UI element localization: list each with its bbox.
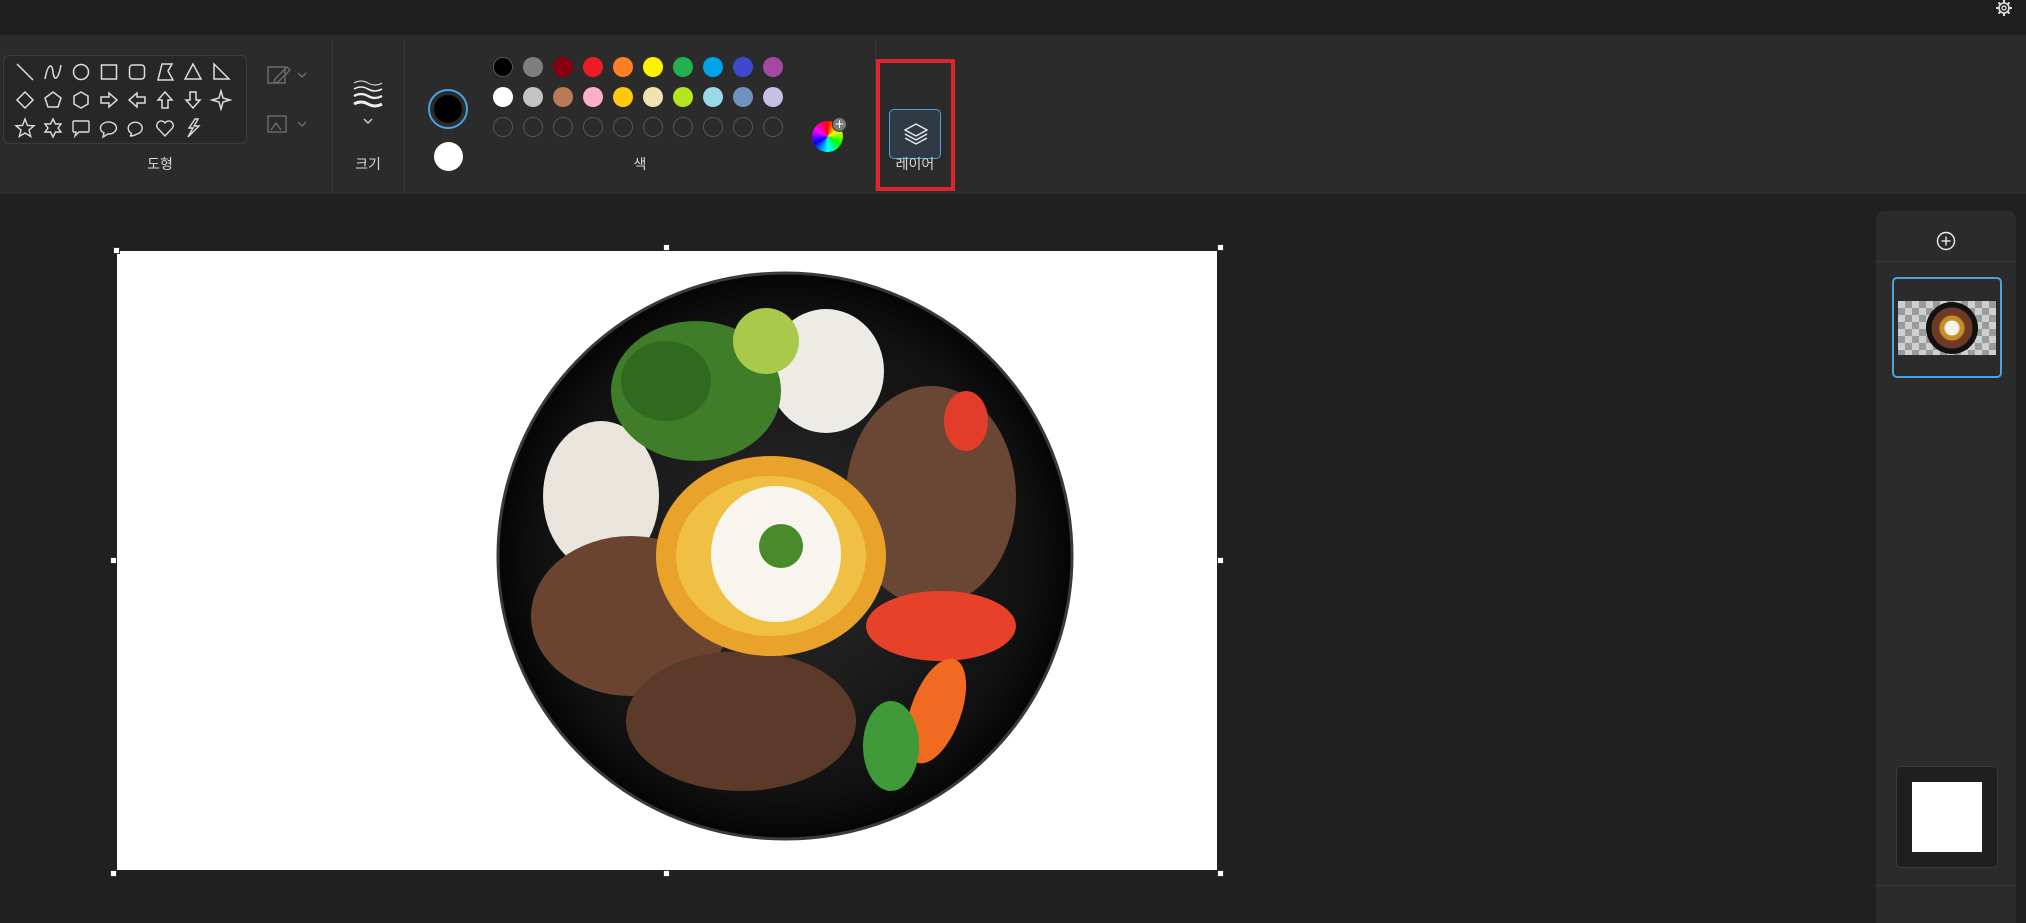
transparency-checker <box>1898 301 1996 355</box>
shapes-gallery <box>3 55 247 144</box>
right-triangle-icon[interactable] <box>210 61 232 83</box>
hexagon-icon[interactable] <box>70 89 92 111</box>
custom-color-slot[interactable] <box>553 117 573 137</box>
panel-divider <box>1876 261 2016 262</box>
panel-divider <box>1876 885 2016 886</box>
add-layer-plus-icon[interactable] <box>1934 229 1958 253</box>
color-swatch[interactable] <box>643 57 663 77</box>
resize-handle[interactable] <box>1217 557 1224 564</box>
color-swatch[interactable] <box>523 87 543 107</box>
color-swatch[interactable] <box>583 57 603 77</box>
ribbon-toolbar: 도형 크기 + 색 레이어 <box>0 35 2026 194</box>
resize-handle[interactable] <box>663 870 670 877</box>
food-bowl-image <box>496 271 1074 841</box>
resize-handle[interactable] <box>663 244 670 251</box>
color-swatch[interactable] <box>733 87 753 107</box>
layer-thumbnail-bowl[interactable] <box>1892 277 2002 378</box>
color-swatch[interactable] <box>673 57 693 77</box>
color-swatch[interactable] <box>763 57 783 77</box>
brush-size-button[interactable] <box>348 75 388 137</box>
right-arrow-icon[interactable] <box>98 89 120 111</box>
shapes-group-label: 도형 <box>147 157 173 173</box>
four-point-star-icon[interactable] <box>210 89 232 111</box>
layers-panel <box>1876 211 2016 923</box>
custom-color-slot[interactable] <box>673 117 693 137</box>
title-bar <box>0 0 2026 35</box>
fill-dropdown[interactable] <box>265 110 315 138</box>
pentagon-icon[interactable] <box>42 89 64 111</box>
settings-gear-icon[interactable] <box>1992 0 2016 20</box>
color-swatch[interactable] <box>553 57 573 77</box>
diamond-icon[interactable] <box>14 89 36 111</box>
outline-dropdown[interactable] <box>265 61 315 89</box>
layer-thumbnail-background[interactable] <box>1896 766 1998 868</box>
oval-callout-icon[interactable] <box>98 117 120 139</box>
curve-icon[interactable] <box>42 61 64 83</box>
custom-color-slot[interactable] <box>703 117 723 137</box>
custom-color-slot[interactable] <box>763 117 783 137</box>
rounded-rectangle-icon[interactable] <box>126 61 148 83</box>
heart-icon[interactable] <box>154 117 176 139</box>
background-white-preview <box>1912 782 1982 852</box>
rounded-callout-icon[interactable] <box>70 117 92 139</box>
custom-color-slot[interactable] <box>643 117 663 137</box>
custom-color-slot[interactable] <box>523 117 543 137</box>
resize-handle[interactable] <box>113 247 120 254</box>
color-swatch[interactable] <box>493 57 513 77</box>
color-swatch[interactable] <box>613 57 633 77</box>
five-point-star-icon[interactable] <box>14 117 36 139</box>
resize-handle[interactable] <box>1217 244 1224 251</box>
custom-color-slot[interactable] <box>613 117 633 137</box>
lightning-icon[interactable] <box>182 117 204 139</box>
cloud-callout-icon[interactable] <box>126 117 148 139</box>
drawing-canvas[interactable] <box>117 251 1217 870</box>
resize-handle[interactable] <box>1217 870 1224 877</box>
color-swatch[interactable] <box>493 87 513 107</box>
color-swatch[interactable] <box>553 87 573 107</box>
up-arrow-icon[interactable] <box>154 89 176 111</box>
color-swatch[interactable] <box>733 57 753 77</box>
color-swatch[interactable] <box>703 57 723 77</box>
color-swatch[interactable] <box>643 87 663 107</box>
bowl-thumbnail-image <box>1926 302 1978 354</box>
color-swatch[interactable] <box>703 87 723 107</box>
layers-button-highlight <box>876 59 955 191</box>
resize-handle[interactable] <box>110 557 117 564</box>
left-arrow-icon[interactable] <box>126 89 148 111</box>
oval-icon[interactable] <box>70 61 92 83</box>
custom-color-slot[interactable] <box>493 117 513 137</box>
add-color-icon[interactable]: + <box>832 117 847 132</box>
color-swatch[interactable] <box>673 87 693 107</box>
colors-group-label: 색 <box>633 157 647 173</box>
resize-handle[interactable] <box>110 870 117 877</box>
color-swatch[interactable] <box>763 87 783 107</box>
color-swatch[interactable] <box>613 87 633 107</box>
polygon-icon[interactable] <box>154 61 176 83</box>
rectangle-icon[interactable] <box>98 61 120 83</box>
triangle-icon[interactable] <box>182 61 204 83</box>
ribbon-divider <box>332 40 333 190</box>
color-swatch[interactable] <box>583 87 603 107</box>
line-icon[interactable] <box>14 61 36 83</box>
secondary-color-selector[interactable] <box>434 142 463 171</box>
ribbon-divider <box>404 40 405 190</box>
custom-color-slot[interactable] <box>583 117 603 137</box>
down-arrow-icon[interactable] <box>182 89 204 111</box>
six-point-star-icon[interactable] <box>42 117 64 139</box>
size-group-label: 크기 <box>355 157 381 173</box>
custom-color-slot[interactable] <box>733 117 753 137</box>
color-swatch[interactable] <box>523 57 543 77</box>
primary-color-selector[interactable] <box>428 89 468 129</box>
